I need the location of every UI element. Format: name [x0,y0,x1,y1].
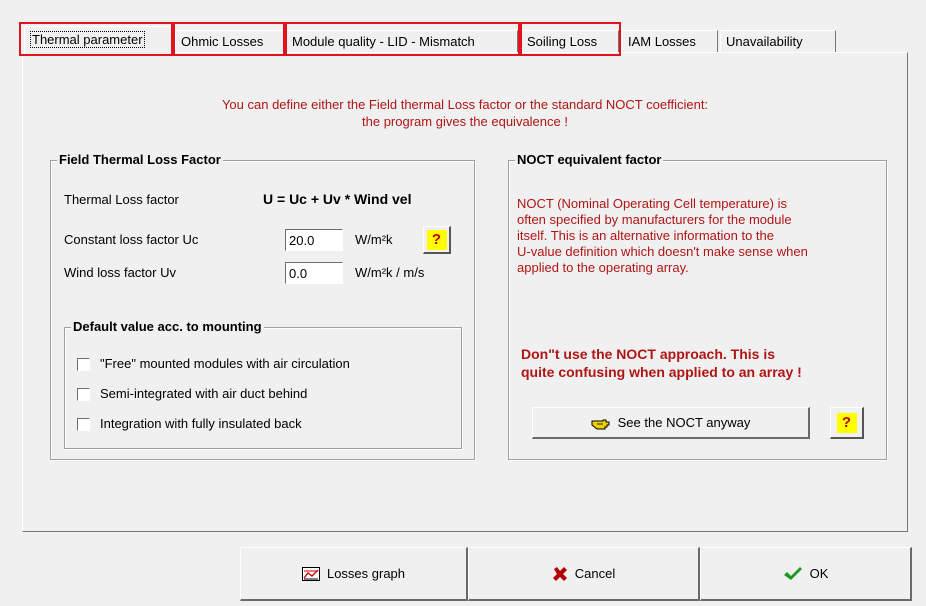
tab-iam-losses[interactable]: IAM Losses [622,30,718,52]
noct-warning-2: quite confusing when applied to an array… [521,364,802,380]
question-icon: ? [836,412,857,433]
noct-desc-5: applied to the operating array. [517,260,689,275]
tab-iam-losses-label: IAM Losses [628,34,696,49]
thermal-loss-factor-label: Thermal Loss factor [64,192,179,207]
see-noct-label: See the NOCT anyway [617,415,751,430]
uc-input[interactable] [285,229,343,251]
cancel-label: Cancel [574,566,616,581]
losses-graph-label: Losses graph [326,566,406,581]
uv-input[interactable] [285,262,343,284]
integration-checkbox[interactable] [77,418,90,431]
tab-ohmic-losses[interactable]: Ohmic Losses [175,30,285,52]
noct-desc-4: U-value definition which doesn't make se… [517,244,808,259]
semi-integrated-checkbox[interactable] [77,388,90,401]
see-noct-button[interactable]: See the NOCT anyway [532,407,810,439]
free-mounted-checkbox[interactable] [77,358,90,371]
semi-integrated-label: Semi-integrated with air duct behind [100,386,308,401]
noct-warning-1: Don"t use the NOCT approach. This is [521,346,775,362]
tab-soiling-loss[interactable]: Soiling Loss [521,30,619,52]
ok-button[interactable]: OK [700,547,912,601]
uc-label: Constant loss factor Uc [64,232,199,247]
field-thermal-title: Field Thermal Loss Factor [57,152,223,167]
integration-label: Integration with fully insulated back [100,416,302,431]
pointing-hand-icon [591,416,611,430]
noct-desc-3: itself. This is an alternative informati… [517,228,774,243]
tab-unavailability[interactable]: Unavailability [720,30,836,52]
tab-thermal-parameter-label: Thermal parameter [30,31,145,48]
ok-label: OK [809,566,829,581]
uc-help-button[interactable]: ? [423,226,451,254]
noct-desc-2: often specified by manufacturers for the… [517,212,792,227]
intro-line-1: You can define either the Field thermal … [221,97,709,112]
uc-unit: W/m²k [355,232,393,247]
noct-help-button[interactable]: ? [830,407,864,439]
noct-desc-1: NOCT (Nominal Operating Cell temperature… [517,196,787,211]
default-mounting-title: Default value acc. to mounting [71,319,264,334]
tab-module-quality[interactable]: Module quality - LID - Mismatch [286,30,518,52]
cancel-x-icon [552,566,568,582]
graph-icon [301,566,320,581]
intro-line-2: the program gives the equivalence ! [362,114,568,129]
question-icon: ? [426,229,447,250]
uv-unit: W/m²k / m/s [355,265,425,280]
formula-text: U = Uc + Uv * Wind vel [263,191,412,207]
cancel-button[interactable]: Cancel [468,547,700,601]
tab-soiling-loss-label: Soiling Loss [527,34,598,49]
noct-title: NOCT equivalent factor [515,152,664,167]
tab-module-quality-label: Module quality - LID - Mismatch [292,34,475,49]
tab-thermal-parameter[interactable]: Thermal parameter [24,26,172,54]
tab-unavailability-label: Unavailability [726,34,803,49]
tab-ohmic-losses-label: Ohmic Losses [181,34,264,49]
uv-label: Wind loss factor Uv [64,265,176,280]
losses-graph-button[interactable]: Losses graph [240,547,468,601]
check-icon [783,566,803,582]
free-mounted-label: "Free" mounted modules with air circulat… [100,356,350,371]
